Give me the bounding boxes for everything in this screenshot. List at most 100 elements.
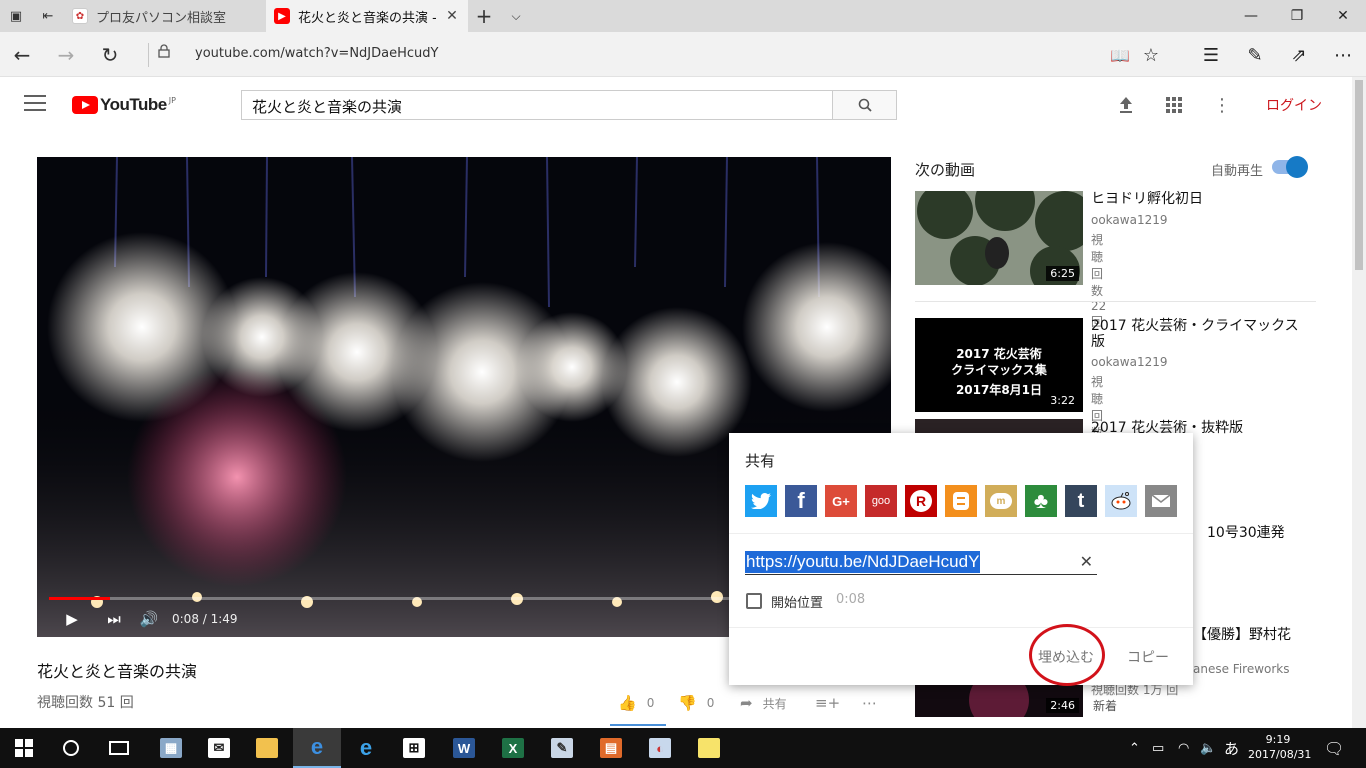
- wifi-icon[interactable]: ◠: [1178, 728, 1189, 768]
- blogger-icon[interactable]: [945, 485, 977, 517]
- store-icon: ⊞: [403, 738, 425, 758]
- video-thumbnail[interactable]: [915, 419, 1083, 433]
- play-button[interactable]: ▶: [61, 607, 83, 631]
- taskbar-app[interactable]: X: [489, 728, 537, 768]
- set-tabs-aside-icon[interactable]: ⇤: [32, 0, 64, 32]
- volume-icon[interactable]: 🔈: [1200, 728, 1216, 768]
- battery-icon[interactable]: ▭: [1152, 728, 1164, 768]
- taskbar-app[interactable]: e: [342, 728, 390, 768]
- tab-list-chevron-icon[interactable]: ⌵: [500, 0, 532, 32]
- new-tab-button[interactable]: +: [468, 0, 500, 32]
- more-icon[interactable]: ⋯: [1323, 38, 1363, 72]
- clear-icon[interactable]: ✕: [1080, 552, 1093, 571]
- video-title-fragment[interactable]: 【優勝】野村花: [1193, 624, 1291, 644]
- video-title-fragment[interactable]: 10号30連発: [1207, 522, 1285, 542]
- apps-grid-icon[interactable]: [1162, 93, 1186, 117]
- back-button[interactable]: ←: [2, 38, 42, 72]
- refresh-button[interactable]: ↻: [90, 38, 130, 72]
- taskbar-app[interactable]: ⊞: [390, 728, 438, 768]
- divider: [729, 627, 1193, 628]
- more-actions-button[interactable]: ⋯: [862, 694, 877, 712]
- taskbar-app[interactable]: [243, 728, 291, 768]
- twitter-icon[interactable]: [745, 485, 777, 517]
- cortana-button[interactable]: [47, 728, 95, 768]
- menu-icon[interactable]: [24, 95, 46, 113]
- start-at-checkbox[interactable]: [746, 593, 762, 609]
- tumblr-icon[interactable]: t: [1065, 485, 1097, 517]
- add-to-playlist-button[interactable]: ≡+: [815, 694, 840, 712]
- tab-manager-icon[interactable]: ▣: [0, 0, 32, 32]
- taskbar-app[interactable]: ✎: [538, 728, 586, 768]
- restore-button[interactable]: ❐: [1274, 0, 1320, 32]
- tab-prtomo[interactable]: ✿ プロ友パソコン相談室: [64, 0, 266, 32]
- up-next-heading: 次の動画: [915, 161, 976, 179]
- forward-button[interactable]: →: [46, 38, 86, 72]
- ameba-icon[interactable]: ♣: [1025, 485, 1057, 517]
- share-dialog-title: 共有: [745, 452, 776, 470]
- search-input[interactable]: 花火と炎と音楽の共演: [241, 90, 833, 120]
- url-field[interactable]: youtube.com/watch?v=NdJDaeHcudY: [195, 46, 438, 61]
- taskbar-app[interactable]: ✉: [195, 728, 243, 768]
- start-at-time[interactable]: 0:08: [836, 592, 865, 607]
- task-view-button[interactable]: [95, 728, 143, 768]
- video-thumbnail[interactable]: 6:25: [915, 191, 1083, 285]
- search-button[interactable]: [832, 90, 897, 120]
- share-icon[interactable]: ⇗: [1279, 38, 1319, 72]
- taskbar-app[interactable]: [685, 728, 733, 768]
- reddit-icon[interactable]: [1105, 485, 1137, 517]
- share-button[interactable]: ➦ 共有: [740, 694, 787, 712]
- autoplay-toggle-knob[interactable]: [1286, 156, 1308, 178]
- copy-button[interactable]: コピー: [1127, 647, 1169, 667]
- video-thumbnail[interactable]: 2017 花火芸術 クライマックス集 2017年8月1日 3:22: [915, 318, 1083, 412]
- toolbox-icon: ▤: [600, 738, 622, 758]
- hub-icon[interactable]: ☰: [1191, 38, 1231, 72]
- minimize-button[interactable]: —: [1228, 0, 1274, 32]
- scrollbar-thumb[interactable]: [1355, 80, 1363, 270]
- dislike-button[interactable]: 👎 0: [678, 694, 714, 712]
- action-center-icon[interactable]: 🗨: [1324, 728, 1344, 768]
- upload-icon[interactable]: [1114, 93, 1138, 117]
- system-clock[interactable]: 9:19 2017/08/31: [1248, 732, 1312, 762]
- address-bar: ← → ↻ youtube.com/watch?v=NdJDaeHcudY 📖 …: [0, 32, 1366, 77]
- video-duration: 3:22: [1046, 393, 1079, 408]
- tab-youtube[interactable]: ▶ 花火と炎と音楽の共演 - Y ✕: [266, 0, 468, 32]
- video-title[interactable]: ヒヨドリ孵化初日: [1091, 191, 1301, 207]
- taskbar-app-edge[interactable]: e: [293, 728, 341, 768]
- youtube-logo[interactable]: YouTube JP: [72, 95, 176, 115]
- close-tab-icon[interactable]: ✕: [444, 8, 460, 24]
- video-title[interactable]: 2017 花火芸術・クライマックス版: [1091, 318, 1301, 350]
- login-button[interactable]: ログイン: [1266, 95, 1322, 115]
- next-button[interactable]: ⏭: [103, 607, 125, 631]
- like-button[interactable]: 👍 0: [618, 694, 654, 712]
- ime-indicator[interactable]: あ: [1224, 728, 1239, 768]
- google-plus-icon[interactable]: G+: [825, 485, 857, 517]
- rakuten-letter: R: [910, 490, 932, 512]
- video-thumbnail[interactable]: 2:46: [915, 680, 1083, 717]
- taskbar-app[interactable]: W: [440, 728, 488, 768]
- rakuten-icon[interactable]: R: [905, 485, 937, 517]
- facebook-icon[interactable]: f: [785, 485, 817, 517]
- task-view-icon: [109, 741, 129, 755]
- sticky-notes-icon: [698, 738, 720, 758]
- more-options-icon[interactable]: ⋮: [1210, 93, 1234, 117]
- goo-icon[interactable]: goo: [865, 485, 897, 517]
- taskbar-app[interactable]: ▤: [587, 728, 635, 768]
- view-count: 視聴回数 51 回: [37, 695, 134, 711]
- email-icon[interactable]: [1145, 485, 1177, 517]
- close-window-button[interactable]: ✕: [1320, 0, 1366, 32]
- windows-taskbar: ▦ ✉ e e ⊞ W X ✎ ▤ ◐ ⌃ ▭ ◠ 🔈 あ 9:19 2017/…: [0, 728, 1366, 768]
- taskbar-app[interactable]: ◐: [636, 728, 684, 768]
- mixi-icon[interactable]: m: [985, 485, 1017, 517]
- share-url-text[interactable]: https://youtu.be/NdJDaeHcudY: [745, 551, 981, 573]
- favorite-star-icon[interactable]: ☆: [1131, 38, 1171, 72]
- video-duration: 6:25: [1046, 266, 1079, 281]
- youtube-play-icon: [72, 96, 98, 114]
- taskbar-app[interactable]: ▦: [147, 728, 195, 768]
- volume-button[interactable]: 🔊: [137, 607, 161, 631]
- show-hidden-icons-chevron[interactable]: ⌃: [1129, 728, 1140, 768]
- share-url-field[interactable]: https://youtu.be/NdJDaeHcudY ✕: [745, 551, 1097, 575]
- web-note-icon[interactable]: ✎: [1235, 38, 1275, 72]
- video-title: 花火と炎と音楽の共演: [37, 662, 198, 681]
- clock-date: 2017/08/31: [1248, 748, 1312, 761]
- start-button[interactable]: [0, 728, 48, 768]
